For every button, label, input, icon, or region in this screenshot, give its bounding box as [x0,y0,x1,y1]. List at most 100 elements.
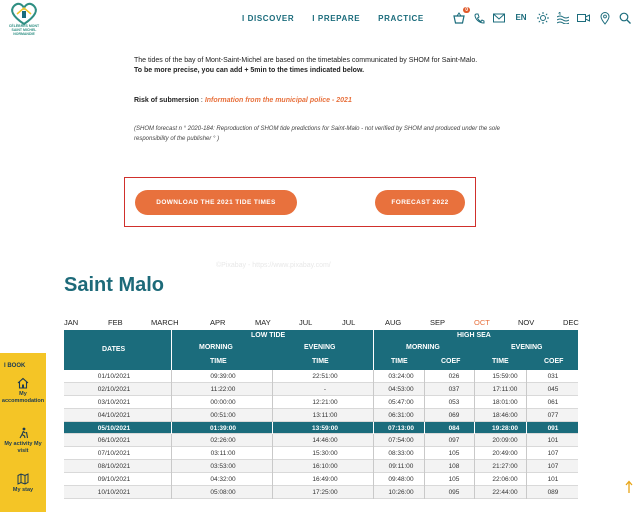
low-morning-time-cell: 04:32:00 [210,476,236,483]
header-low-morning: MORNING [199,344,233,351]
date-cell: 03/10/2021 [97,399,131,406]
arrow-up-icon [625,480,633,493]
map-icon [17,473,29,485]
header-high-morning-time: TIME [391,358,408,365]
header-high-morning-coef: COEF [441,358,461,365]
intro-line-1: The tides of the bay of Mont-Saint-Miche… [134,57,478,64]
date-cell: 07/10/2021 [97,450,131,457]
language-label: EN [515,13,527,22]
logo-text: CÉLÈBRES MONT SAINT MICHEL NORMANDIE [8,24,40,36]
intro-line-2: To be more precise, you can add + 5min t… [134,67,365,74]
tide-table: DATES LOW TIDE HIGH SEA MORNING EVENING … [64,330,578,499]
high-morning-time-cell: 07:54:00 [388,437,414,444]
month-tab[interactable]: MARCH [151,318,179,327]
low-evening-time-cell: 13:11:00 [312,412,338,419]
low-evening-time-cell: 16:10:00 [312,463,338,470]
my-accommodation-label: My accommodation [1,391,45,404]
high-morning-time-cell: 04:53:00 [388,386,414,393]
download-2021-button[interactable]: DOWNLOAD THE 2021 TIDE TIMES [135,190,297,215]
basket-icon [453,12,465,24]
low-evening-time-cell: 12:21:00 [312,399,338,406]
month-tab[interactable]: JUL [342,318,355,327]
month-tab[interactable]: JAN [64,318,78,327]
month-tab[interactable]: MAY [255,318,271,327]
low-evening-time-cell: - [323,386,327,393]
low-evening-time-cell: 13:59:00 [311,425,339,432]
month-tabs: JAN FEB MARCH APR MAY JUL JUL AUG SEP OC… [0,318,640,328]
my-activity-label: My activity My visit [4,441,42,454]
low-evening-time-cell: 16:49:00 [312,476,338,483]
month-tab[interactable]: DEC [563,318,579,327]
phone-icon [473,13,484,24]
my-accommodation-link[interactable]: My accommodation [0,377,46,405]
sun-icon [537,12,549,24]
low-morning-time-cell: 11:22:00 [210,386,236,393]
high-morning-time-cell: 07:13:00 [387,425,415,432]
date-cell: 06/10/2021 [97,437,131,444]
table-row: 03/10/2021 00:00:00 12:21:00 05:47:00 053 18:… [64,396,578,409]
table-row: 04/10/2021 00:51:00 13:11:00 06:31:00 069 18:… [64,409,578,422]
mail-button[interactable] [492,9,506,27]
high-evening-coef-cell: 107 [547,463,559,470]
high-morning-time-cell: 03:24:00 [388,373,414,380]
table-row: 01/10/2021 09:39:00 22:51:00 03:24:00 026 15:… [64,370,578,383]
low-evening-time-cell: 14:46:00 [312,437,338,444]
month-tab[interactable]: SEP [430,318,445,327]
shom-note: (SHOM forecast n ° 2020-184: Reproductio… [134,126,500,142]
table-row: 06/10/2021 02:26:00 14:46:00 07:54:00 097 20:… [64,434,578,447]
month-tab[interactable]: APR [210,318,225,327]
map-button[interactable] [598,9,612,27]
forecast-2022-button[interactable]: FORECAST 2022 [375,190,465,215]
nav-discover[interactable]: I DISCOVER [242,14,294,23]
low-evening-time-cell: 17:25:00 [312,489,338,496]
risk-of-submersion: Risk of submersion : Information from th… [134,97,352,104]
weather-button[interactable] [536,9,550,27]
my-stay-label: My stay [12,487,34,493]
map-pin-icon [600,11,610,25]
site-logo[interactable]: CÉLÈBRES MONT SAINT MICHEL NORMANDIE [6,2,42,36]
municipal-police-link[interactable]: Information from the municipal police - … [205,97,352,104]
low-morning-time-cell: 00:51:00 [210,412,236,419]
low-evening-time-cell: 22:51:00 [312,373,338,380]
scroll-to-top-button[interactable] [624,480,634,494]
high-evening-coef-cell: 091 [547,425,559,432]
cart-count-badge: 0 [463,7,470,13]
search-button[interactable] [618,9,632,27]
high-morning-time-cell: 09:48:00 [388,476,414,483]
tide-button[interactable] [556,9,570,27]
high-evening-coef-cell: 107 [547,450,559,457]
month-tab[interactable]: NOV [518,318,534,327]
intro-text: The tides of the bay of Mont-Saint-Miche… [134,56,514,76]
my-activity-link[interactable]: My activity My visit [0,427,46,455]
month-tab[interactable]: AUG [385,318,401,327]
date-cell: 04/10/2021 [97,412,131,419]
table-header: DATES LOW TIDE HIGH SEA MORNING EVENING … [64,330,578,370]
month-tab-active[interactable]: OCT [474,318,490,327]
high-evening-coef-cell: 077 [547,412,559,419]
my-stay-link[interactable]: My stay [0,473,46,494]
high-morning-time-cell: 10:26:00 [388,489,414,496]
heart-logo-icon [11,2,37,26]
header-dates: DATES [102,346,126,353]
phone-button[interactable] [472,9,486,27]
language-selector[interactable]: EN [514,9,528,27]
webcam-button[interactable] [576,9,590,27]
month-tab[interactable]: JUL [299,318,312,327]
hiking-icon [19,427,29,439]
header-high-evening-coef: COEF [544,358,564,365]
high-morning-time-cell: 08:33:00 [388,450,414,457]
date-cell: 01/10/2021 [97,373,131,380]
nav-prepare[interactable]: I PREPARE [312,14,360,23]
side-panel-title: I BOOK [4,363,26,369]
header-high-morning: MORNING [406,344,440,351]
date-cell: 02/10/2021 [97,386,131,393]
site-header: CÉLÈBRES MONT SAINT MICHEL NORMANDIE I D… [0,0,640,40]
mail-icon [493,13,505,23]
high-morning-time-cell: 05:47:00 [388,399,414,406]
month-tab[interactable]: FEB [108,318,123,327]
high-evening-coef-cell: 089 [547,489,559,496]
cart-button[interactable]: 0 [452,7,470,27]
nav-practice[interactable]: PRACTICE [378,14,424,23]
low-morning-time-cell: 03:53:00 [210,463,236,470]
low-morning-time-cell: 09:39:00 [210,373,236,380]
